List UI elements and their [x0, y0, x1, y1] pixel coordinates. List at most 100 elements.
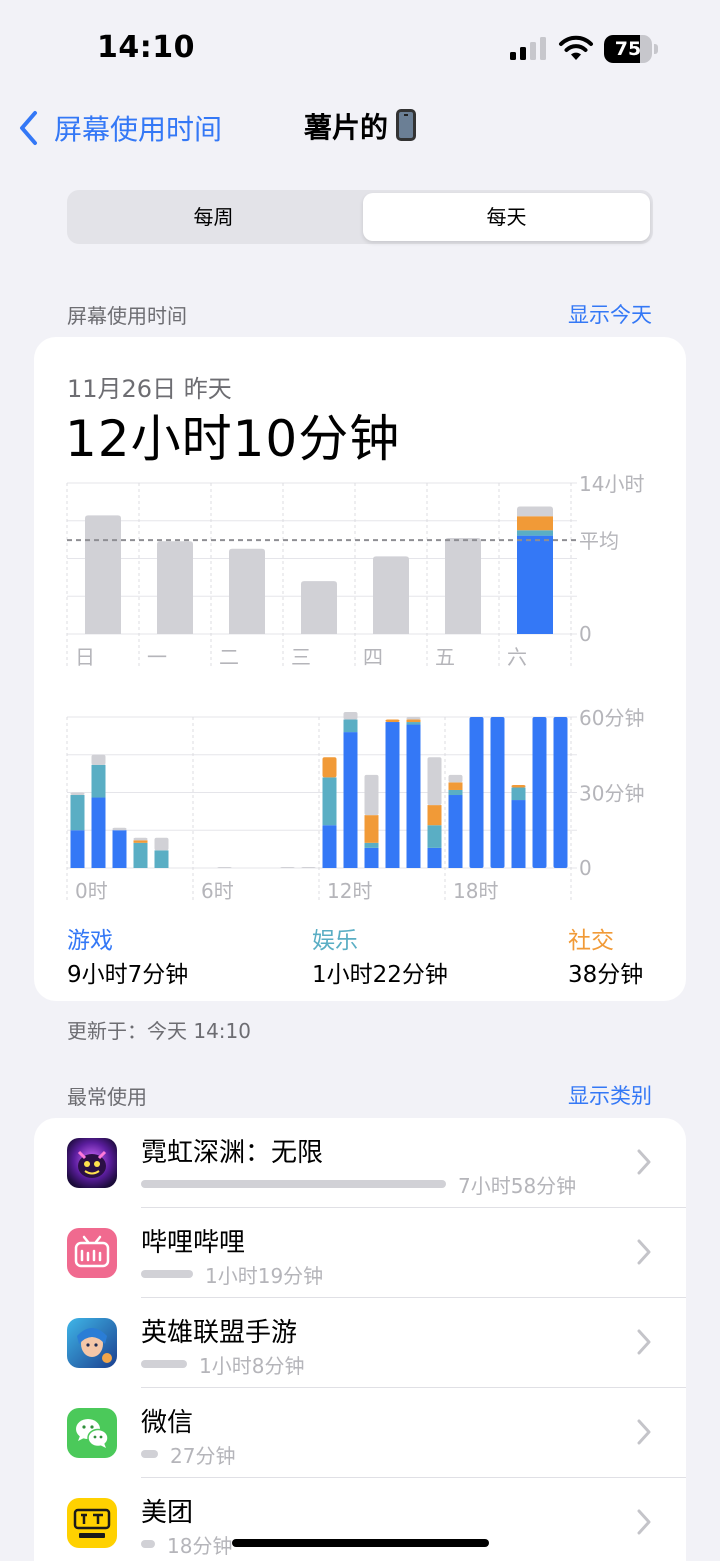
- hourly-bar-娱乐: [343, 719, 358, 733]
- hourly-x-tick-label: 18时: [453, 879, 498, 903]
- usage-time: 1小时8分钟: [199, 1354, 305, 1378]
- hourly-bar-社交: [448, 782, 463, 790]
- weekly-bar-其他: [157, 541, 193, 634]
- hourly-bar-其他: [133, 837, 148, 841]
- legend-entertainment-label: 娱乐: [312, 928, 358, 954]
- meituan-icon: [67, 1498, 117, 1548]
- hourly-bar-游戏: [511, 800, 526, 868]
- app-row-neon-abyss[interactable]: 霓虹深渊：无限 7小时58分钟: [34, 1118, 686, 1208]
- usage-time: 18分钟: [167, 1534, 233, 1558]
- weekly-y-min-label: 0: [579, 622, 592, 646]
- weekly-bar-其他: [85, 515, 121, 634]
- hourly-bar-娱乐: [364, 842, 379, 848]
- hourly-bar-游戏: [448, 795, 463, 868]
- hourly-y-label-mid: 30分钟: [579, 782, 644, 806]
- weekly-x-tick-label: 四: [363, 645, 383, 669]
- chevron-right-icon: [637, 1329, 651, 1355]
- status-bar: 14:10 75: [0, 0, 720, 96]
- app-name: 微信: [141, 1408, 194, 1438]
- weekly-bar-其他: [445, 538, 481, 634]
- hourly-bar-社交: [322, 757, 337, 778]
- show-today-link[interactable]: 显示今天: [568, 299, 652, 329]
- hourly-y-label-max: 60分钟: [579, 706, 644, 730]
- hourly-bar-其他: [112, 827, 127, 831]
- chevron-right-icon: [637, 1509, 651, 1535]
- period-segmented-control: 每周 每天: [67, 190, 653, 244]
- weekly-usage-chart: 日 一 二 三 四 五 六 平均 14小时 0: [66, 472, 644, 669]
- hourly-bar-游戏: [112, 830, 127, 868]
- hourly-bar-其他: [427, 757, 442, 806]
- legend-games-value: 9小时7分钟: [67, 962, 189, 988]
- hourly-bar-娱乐: [406, 722, 421, 725]
- navigation-bar: 屏幕使用时间 薯片的: [0, 96, 720, 160]
- hourly-bar-社交: [511, 784, 526, 788]
- chevron-right-icon: [637, 1419, 651, 1445]
- weekly-x-tick-label: 五: [435, 645, 455, 669]
- legend-social-value: 38分钟: [568, 962, 644, 988]
- usage-bar: [141, 1450, 158, 1458]
- battery-cap: [654, 44, 658, 54]
- battery-body: 75: [604, 35, 652, 63]
- hourly-bar-其他: [280, 867, 295, 868]
- mobile-phone-icon: [396, 109, 416, 141]
- hourly-bar-游戏: [364, 847, 379, 868]
- most-used-apps-list: 霓虹深渊：无限 7小时58分钟 哔哩哔哩 1小时19分钟 英雄联盟手游 1小时8…: [34, 1118, 686, 1561]
- hourly-bar-游戏: [343, 732, 358, 868]
- usage-time: 1小时19分钟: [205, 1264, 324, 1288]
- weekly-x-tick-label: 一: [147, 645, 167, 669]
- wifi-icon: [559, 35, 593, 60]
- usage-bar: [141, 1270, 193, 1278]
- screen-time-section-title: 屏幕使用时间: [67, 304, 187, 328]
- most-used-section-title: 最常使用: [67, 1085, 147, 1109]
- hourly-bar-娱乐: [511, 787, 526, 801]
- hourly-bar-娱乐: [448, 789, 463, 796]
- hourly-bar-游戏: [406, 724, 421, 868]
- legend-games-label: 游戏: [67, 928, 113, 954]
- legend-social-label: 社交: [568, 928, 614, 954]
- hourly-bar-娱乐: [322, 777, 337, 826]
- home-indicator[interactable]: [232, 1539, 489, 1547]
- hourly-bar-娱乐: [427, 825, 442, 848]
- hourly-bar-其他: [343, 711, 358, 720]
- weekly-average-label: 平均: [579, 529, 619, 553]
- segment-daily[interactable]: 每天: [363, 193, 650, 241]
- hourly-bar-社交: [364, 815, 379, 843]
- hourly-bar-游戏: [385, 722, 400, 868]
- hourly-bar-娱乐: [91, 764, 106, 798]
- hourly-bar-娱乐: [154, 850, 169, 868]
- usage-time: 27分钟: [170, 1444, 236, 1468]
- bilibili-icon: [67, 1228, 117, 1278]
- segment-weekly[interactable]: 每周: [70, 193, 357, 241]
- hourly-bar-游戏: [490, 717, 505, 868]
- hourly-x-tick-label: 0时: [75, 879, 108, 903]
- hourly-bar-游戏: [553, 717, 568, 868]
- hourly-bar-游戏: [91, 797, 106, 868]
- weekly-bar-其他: [373, 556, 409, 634]
- hourly-bar-其他: [448, 774, 463, 783]
- app-name: 英雄联盟手游: [141, 1318, 298, 1348]
- app-row-wechat[interactable]: 微信 27分钟: [34, 1388, 686, 1478]
- weekly-bar-社交: [517, 516, 553, 531]
- wechat-icon: [67, 1408, 117, 1458]
- usage-time: 7小时58分钟: [458, 1174, 577, 1198]
- hourly-x-tick-label: 12时: [327, 879, 372, 903]
- screen-time-summary-card: 11月26日 昨天 12小时10分钟 日一二三四五六平均 14小时 0 0时 6时 12…: [34, 337, 686, 1001]
- app-row-meituan[interactable]: 美团 18分钟: [34, 1478, 686, 1561]
- weekly-x-tick-label: 二: [219, 645, 239, 669]
- weekly-bar-游戏: [517, 535, 553, 634]
- battery-percentage: 75: [614, 38, 642, 60]
- hourly-bar-游戏: [469, 717, 484, 868]
- weekly-y-max-label: 14小时: [579, 472, 644, 496]
- hourly-bar-社交: [133, 840, 148, 843]
- app-row-lol-mobile[interactable]: 英雄联盟手游 1小时8分钟: [34, 1298, 686, 1388]
- hourly-bar-其他: [70, 792, 85, 796]
- page-title-text: 薯片的: [303, 111, 388, 144]
- hourly-bar-社交: [427, 805, 442, 826]
- app-name: 霓虹深渊：无限: [141, 1138, 324, 1168]
- hourly-bar-游戏: [322, 825, 337, 868]
- cellular-signal-icon: [510, 37, 546, 60]
- usage-bar: [141, 1180, 446, 1188]
- app-row-bilibili[interactable]: 哔哩哔哩 1小时19分钟: [34, 1208, 686, 1298]
- weekly-x-tick-label: 六: [507, 645, 527, 669]
- show-categories-link[interactable]: 显示类别: [568, 1080, 652, 1110]
